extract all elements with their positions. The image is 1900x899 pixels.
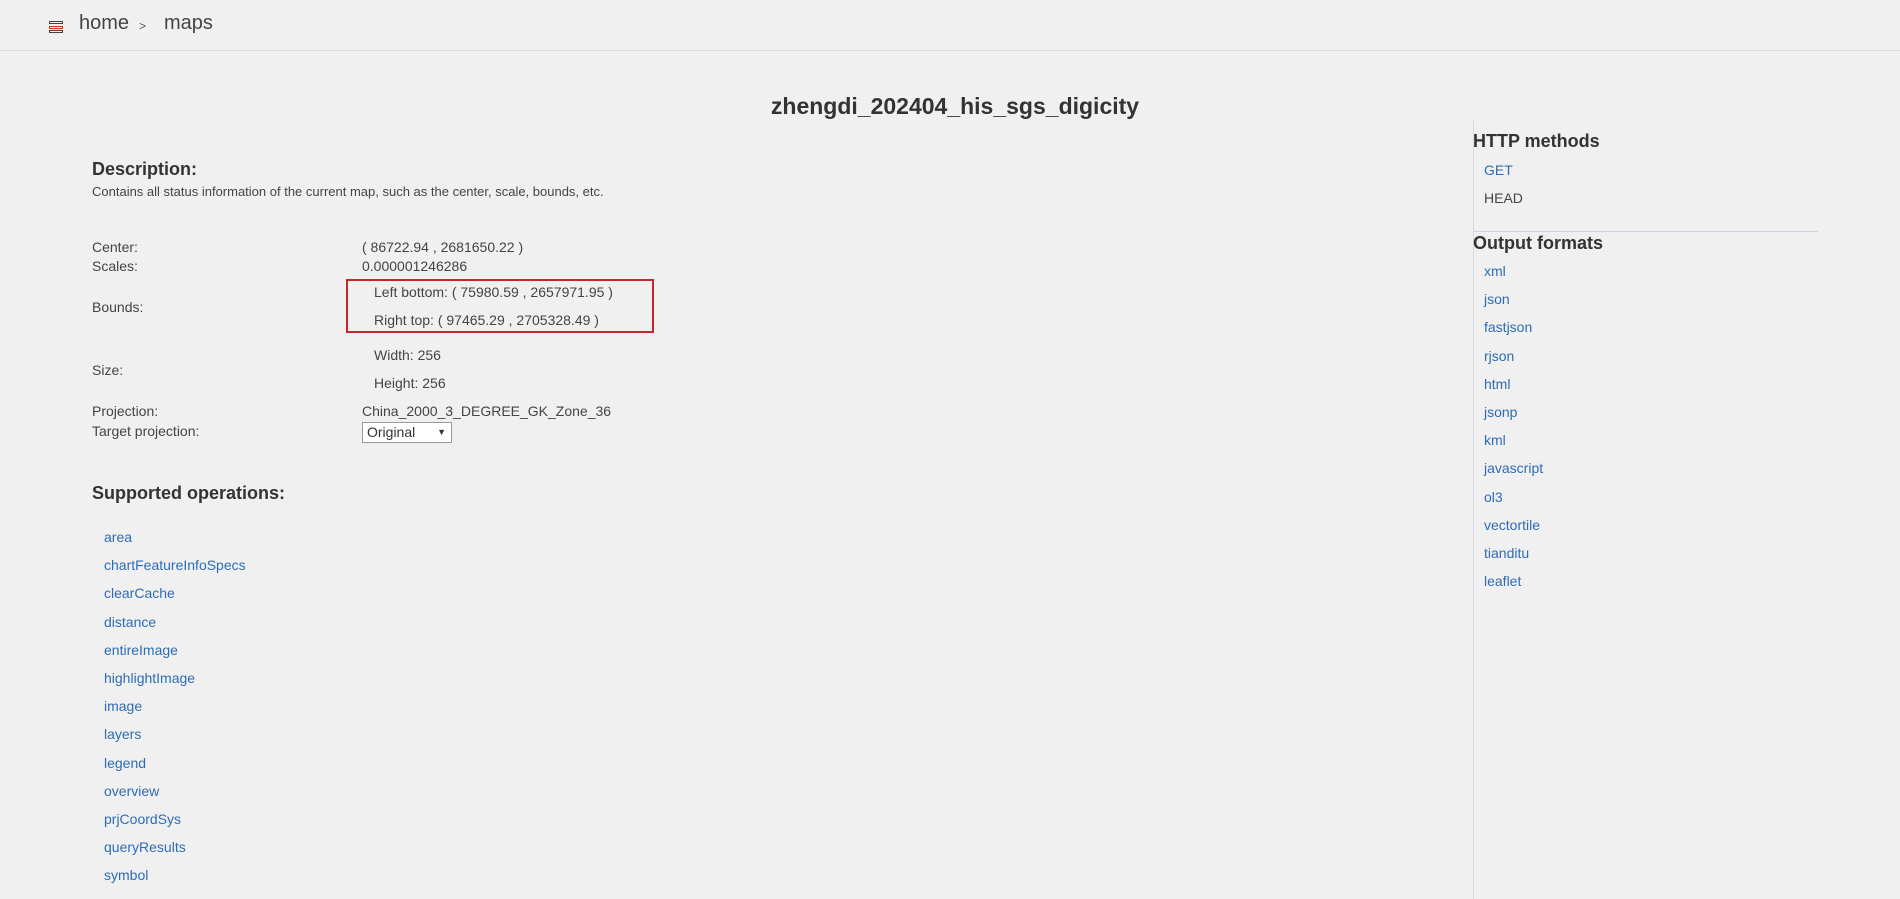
- size-width: Width: 256: [374, 347, 441, 363]
- operations-list: area chartFeatureInfoSpecs clearCache di…: [104, 529, 246, 895]
- bounds-label: Bounds:: [92, 299, 144, 315]
- breadcrumb-maps[interactable]: maps: [164, 12, 213, 35]
- target-projection-select[interactable]: Original ▼: [362, 422, 452, 443]
- format-link-leaflet[interactable]: leaflet: [1484, 573, 1521, 589]
- operation-link-symbol[interactable]: symbol: [104, 867, 148, 883]
- description-text: Contains all status information of the c…: [92, 184, 604, 199]
- format-link-html[interactable]: html: [1484, 376, 1510, 392]
- format-link-kml[interactable]: kml: [1484, 432, 1506, 448]
- bounds-left-bottom: Left bottom: ( 75980.59 , 2657971.95 ): [374, 284, 613, 300]
- breadcrumb-separator: >: [139, 19, 147, 33]
- format-link-rjson[interactable]: rjson: [1484, 348, 1514, 364]
- operation-link-highlightimage[interactable]: highlightImage: [104, 670, 195, 686]
- page-title: zhengdi_202404_his_sgs_digicity: [770, 93, 1140, 119]
- target-projection-selected: Original: [367, 424, 416, 440]
- format-link-vectortile[interactable]: vectortile: [1484, 517, 1540, 533]
- dropdown-arrow-icon: ▼: [437, 427, 446, 437]
- size-label: Size:: [92, 362, 124, 378]
- center-value: ( 86722.94 , 2681650.22 ): [362, 239, 524, 255]
- projection-label: Projection:: [92, 403, 159, 419]
- target-projection-label: Target projection:: [92, 423, 200, 439]
- http-methods-heading: HTTP methods: [1473, 131, 1600, 151]
- operation-link-chartfeatureinfospecs[interactable]: chartFeatureInfoSpecs: [104, 557, 246, 573]
- format-link-jsonp[interactable]: jsonp: [1484, 404, 1517, 420]
- http-method-head: HEAD: [1484, 190, 1523, 207]
- menu-icon[interactable]: [49, 21, 63, 33]
- operations-heading: Supported operations:: [92, 483, 285, 503]
- format-link-ol3[interactable]: ol3: [1484, 489, 1503, 505]
- description-heading: Description:: [92, 159, 198, 179]
- top-bar: home > maps: [0, 0, 1900, 51]
- bounds-right-top: Right top: ( 97465.29 , 2705328.49 ): [374, 312, 599, 328]
- operation-link-layers[interactable]: layers: [104, 726, 141, 742]
- format-link-tianditu[interactable]: tianditu: [1484, 545, 1529, 561]
- format-link-json[interactable]: json: [1484, 291, 1510, 307]
- operation-link-prjcoordsys[interactable]: prjCoordSys: [104, 811, 181, 827]
- http-methods-list: GET HEAD: [1484, 162, 1523, 218]
- operation-link-entireimage[interactable]: entireImage: [104, 642, 178, 658]
- size-height: Height: 256: [374, 375, 446, 391]
- operation-link-queryresults[interactable]: queryResults: [104, 839, 186, 855]
- operation-link-image[interactable]: image: [104, 698, 142, 714]
- format-link-javascript[interactable]: javascript: [1484, 460, 1543, 476]
- sidebar-separator: [1474, 231, 1818, 232]
- center-label: Center:: [92, 239, 138, 255]
- scales-value: 0.000001246286: [362, 258, 468, 274]
- operation-link-overview[interactable]: overview: [104, 783, 159, 799]
- output-formats-heading: Output formats: [1473, 233, 1603, 253]
- format-link-fastjson[interactable]: fastjson: [1484, 319, 1532, 335]
- operation-link-distance[interactable]: distance: [104, 614, 156, 630]
- output-formats-list: xml json fastjson rjson html jsonp kml j…: [1484, 263, 1543, 601]
- breadcrumb-home[interactable]: home: [79, 12, 129, 35]
- format-link-xml[interactable]: xml: [1484, 263, 1506, 279]
- operation-link-legend[interactable]: legend: [104, 755, 146, 771]
- operation-link-area[interactable]: area: [104, 529, 132, 545]
- operation-link-clearcache[interactable]: clearCache: [104, 585, 175, 601]
- scales-label: Scales:: [92, 258, 138, 274]
- projection-value: China_2000_3_DEGREE_GK_Zone_36: [362, 403, 612, 419]
- http-method-get[interactable]: GET: [1484, 162, 1513, 178]
